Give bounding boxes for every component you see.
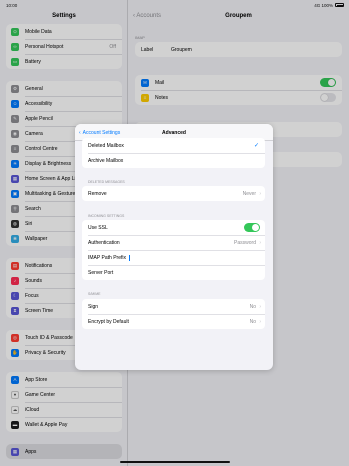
chevron-right-icon: › — [259, 318, 261, 325]
checkmark-icon: ✓ — [253, 143, 259, 149]
archive-mailbox-label: Archive Mailbox — [88, 157, 124, 164]
server-port-row[interactable]: Server Port — [82, 265, 265, 280]
chevron-right-icon: › — [259, 303, 261, 310]
remove-value: Never — [242, 190, 256, 197]
use-ssl-row: Use SSL — [82, 220, 265, 235]
encrypt-default-label: Encrypt by Default — [88, 318, 129, 325]
incoming-settings-header: INCOMING SETTINGS — [88, 214, 125, 218]
server-port-label: Server Port — [88, 269, 114, 276]
text-cursor — [128, 254, 130, 261]
sign-row[interactable]: Sign No › — [82, 299, 265, 314]
mailbox-behaviours-group: Deleted Mailbox ✓ Archive Mailbox — [82, 138, 265, 168]
smime-group: Sign No › Encrypt by Default No › — [82, 299, 265, 329]
use-ssl-label: Use SSL — [88, 224, 108, 231]
deleted-messages-header: DELETED MESSAGES — [88, 180, 125, 184]
deleted-mailbox-row[interactable]: Deleted Mailbox ✓ — [82, 138, 265, 153]
chevron-right-icon: › — [259, 239, 261, 246]
chevron-right-icon: › — [259, 190, 261, 197]
home-indicator[interactable] — [120, 461, 230, 463]
advanced-settings-modal: ‹ Account Settings Advanced Deleted Mail… — [75, 124, 273, 370]
sign-value: No — [249, 303, 256, 310]
remove-label: Remove — [88, 190, 107, 197]
smime-header: S/MIME — [88, 292, 101, 296]
authentication-label: Authentication — [88, 239, 120, 246]
imap-path-prefix-label: IMAP Path Prefix — [88, 254, 126, 261]
use-ssl-toggle[interactable] — [244, 223, 260, 232]
encrypt-default-row[interactable]: Encrypt by Default No › — [82, 314, 265, 329]
incoming-settings-group: Use SSL Authentication Password › IMAP P… — [82, 220, 265, 280]
sign-label: Sign — [88, 303, 99, 310]
remove-row[interactable]: Remove Never › — [82, 186, 265, 201]
modal-title: Advanced — [162, 129, 186, 136]
authentication-value: Password — [234, 239, 256, 246]
deleted-messages-group: Remove Never › — [82, 186, 265, 201]
encrypt-default-value: No — [249, 318, 256, 325]
authentication-row[interactable]: Authentication Password › — [82, 235, 265, 250]
deleted-mailbox-label: Deleted Mailbox — [88, 142, 124, 149]
archive-mailbox-row[interactable]: Archive Mailbox — [82, 153, 265, 168]
imap-path-prefix-row[interactable]: IMAP Path Prefix — [82, 250, 265, 265]
